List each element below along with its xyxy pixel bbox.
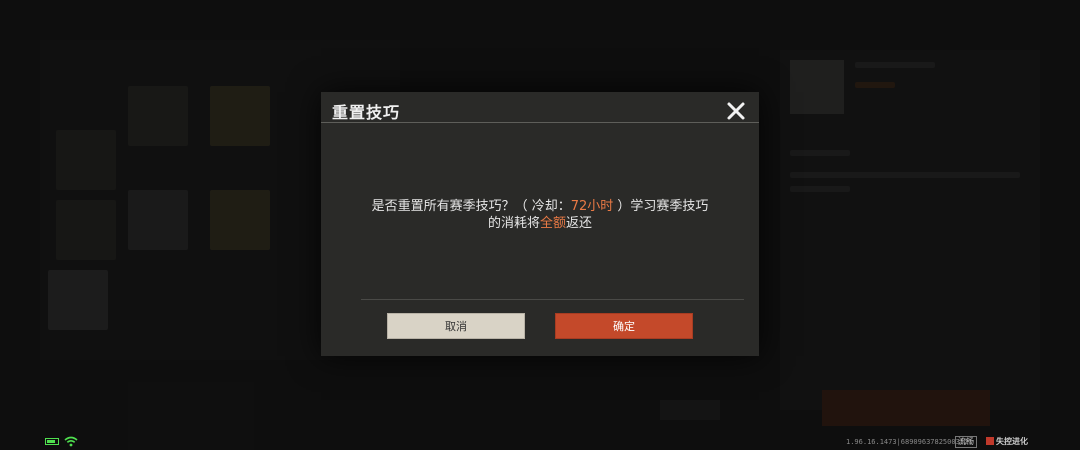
cooldown-highlight: 72小时 (570, 199, 614, 214)
message-text: ）学习赛季技巧 (613, 199, 709, 214)
network-fluency-badge: 流畅 (955, 436, 977, 448)
message-text: 的消耗将 (487, 216, 540, 231)
close-button[interactable] (722, 97, 750, 125)
title-divider (321, 122, 759, 123)
reset-skills-dialog: 重置技巧 是否重置所有赛季技巧？（ 冷却：72小时 ）学习赛季技巧 的消耗将全额… (321, 92, 759, 356)
confirm-button[interactable]: 确定 (555, 313, 693, 339)
cancel-button[interactable]: 取消 (387, 313, 525, 339)
refund-highlight: 全额 (539, 216, 566, 231)
battery-icon (45, 438, 59, 445)
dialog-message: 是否重置所有赛季技巧？（ 冷却：72小时 ）学习赛季技巧 的消耗将全额返还 (321, 198, 759, 232)
version-text: 1.96.16.1473|68909637825003521 (846, 438, 973, 446)
wifi-icon (64, 436, 78, 447)
content-divider (361, 299, 744, 300)
close-icon (727, 102, 745, 120)
message-line-2: 的消耗将全额返还 (321, 215, 759, 232)
logo-text: 失控进化 (996, 437, 1028, 446)
game-logo: 失控进化 (986, 436, 1028, 447)
dialog-title: 重置技巧 (332, 103, 401, 122)
message-text: 是否重置所有赛季技巧？（ 冷却： (371, 199, 571, 214)
message-line-1: 是否重置所有赛季技巧？（ 冷却：72小时 ）学习赛季技巧 (321, 198, 759, 215)
logo-icon (986, 437, 994, 445)
message-text: 返还 (566, 216, 593, 231)
